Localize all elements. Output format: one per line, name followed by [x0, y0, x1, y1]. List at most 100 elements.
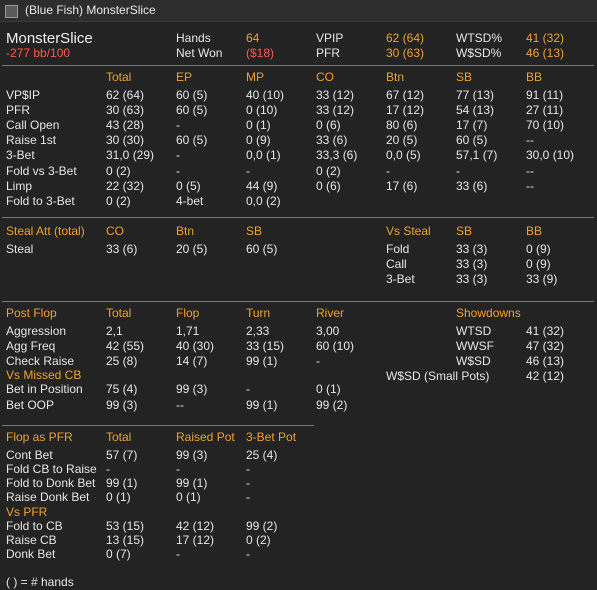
stat-cell: 0 (7): [106, 547, 131, 561]
row-label: Fold CB to Raise: [6, 462, 97, 476]
row-label: Fold to 3-Bet: [6, 194, 75, 208]
stat-cell: 33 (9): [526, 272, 558, 286]
row-label: W$SD: [456, 354, 491, 368]
stat-cell: 4-bet: [176, 194, 204, 208]
stat-cell: 2,33: [246, 324, 270, 338]
stat-cell: 25 (4): [246, 448, 278, 462]
stat-cell: 0,0 (2): [246, 194, 281, 208]
stat-cell: 57,1 (7): [456, 148, 498, 162]
stat-cell: -: [246, 476, 250, 490]
stat-cell: 20 (5): [386, 133, 418, 147]
section-divider: [2, 217, 594, 218]
stat-cell: 33,3 (6): [316, 148, 358, 162]
stat-cell: 53 (15): [106, 519, 145, 533]
row-label: Aggression: [6, 324, 67, 338]
row-label: Bet OOP: [6, 398, 55, 412]
subsection-label: Vs Missed CB: [6, 368, 82, 382]
column-header: Steal Att (total): [6, 224, 85, 238]
stat-cell: 44 (9): [246, 179, 278, 193]
row-label: Donk Bet: [6, 547, 56, 561]
column-header: Flop as PFR: [6, 430, 73, 444]
stat-cell: 70 (10): [526, 118, 565, 132]
row-label: WTSD: [456, 324, 492, 338]
stat-cell: 91 (11): [526, 88, 564, 102]
row-label: W$SD (Small Pots): [386, 369, 490, 383]
stat-cell: 33 (6): [316, 133, 348, 147]
stat-cell: -: [386, 164, 390, 178]
section-divider: [2, 65, 594, 66]
pfr-label: PFR: [316, 46, 340, 60]
row-label: PFR: [6, 103, 30, 117]
column-header: SB: [456, 224, 473, 238]
column-header: River: [316, 306, 345, 320]
window-icon: [5, 5, 18, 18]
column-header: CO: [316, 70, 334, 84]
stat-cell: 0 (9): [246, 133, 271, 147]
wtsd-value: 41 (32): [526, 31, 565, 45]
stat-cell: 0 (1): [316, 382, 341, 396]
stat-cell: 0 (2): [246, 533, 271, 547]
column-header: EP: [176, 70, 193, 84]
subsection-label: Vs PFR: [6, 505, 48, 519]
stat-cell: 46 (13): [526, 354, 565, 368]
title-bar[interactable]: (Blue Fish) MonsterSlice: [0, 0, 597, 22]
column-header: Turn: [246, 306, 271, 320]
row-label: Call: [386, 257, 407, 271]
vpip-value: 62 (64): [386, 31, 425, 45]
column-header: CO: [106, 224, 124, 238]
stat-cell: --: [526, 164, 534, 178]
stat-cell: 80 (6): [386, 118, 418, 132]
stat-cell: 42 (12): [526, 369, 565, 383]
player-winrate: -277 bb/100: [6, 46, 71, 60]
stat-cell: 41 (32): [526, 324, 565, 338]
row-label: Fold to Donk Bet: [6, 476, 96, 490]
stat-cell: 60 (5): [456, 133, 488, 147]
row-label: Raise 1st: [6, 133, 57, 147]
stat-cell: 57 (7): [106, 448, 138, 462]
stat-cell: 33 (12): [316, 103, 355, 117]
stat-cell: -: [246, 382, 250, 396]
stat-cell: 0 (10): [246, 103, 278, 117]
stat-cell: 60 (5): [176, 88, 208, 102]
stat-cell: 60 (10): [316, 339, 355, 353]
column-header: Btn: [386, 70, 405, 84]
stat-cell: 62 (64): [106, 88, 145, 102]
stat-cell: 33 (6): [106, 242, 138, 256]
stat-cell: 0 (1): [106, 490, 131, 504]
netwon-label: Net Won: [176, 46, 223, 60]
vpip-label: VPIP: [316, 31, 344, 45]
column-header: Btn: [176, 224, 195, 238]
column-header: Total: [106, 430, 132, 444]
stat-cell: 75 (4): [106, 382, 138, 396]
hands-value: 64: [246, 31, 260, 45]
row-label: Bet in Position: [6, 382, 83, 396]
row-label: Fold: [386, 242, 410, 256]
row-label: Call Open: [6, 118, 60, 132]
column-header: BB: [526, 70, 543, 84]
column-header: Total: [106, 70, 132, 84]
netwon-value: ($18): [246, 46, 275, 60]
column-header: 3-Bet Pot: [246, 430, 297, 444]
row-label: Fold vs 3-Bet: [6, 164, 77, 178]
stat-cell: 0 (2): [316, 164, 341, 178]
column-header: Vs Steal: [386, 224, 431, 238]
stat-cell: 14 (7): [176, 354, 208, 368]
stat-cell: 42 (12): [176, 519, 215, 533]
row-label: WWSF: [456, 339, 494, 353]
stat-cell: 99 (1): [176, 476, 208, 490]
stat-cell: 30 (63): [106, 103, 145, 117]
stat-cell: 42 (55): [106, 339, 145, 353]
stat-cell: 17 (12): [386, 103, 425, 117]
stat-cell: 0,0 (5): [386, 148, 421, 162]
stat-cell: 1,71: [176, 324, 200, 338]
column-header: Total: [106, 306, 132, 320]
stat-cell: 33 (12): [316, 88, 355, 102]
row-label: Raise Donk Bet: [6, 490, 90, 504]
section-divider: [2, 425, 314, 426]
stat-cell: --: [526, 133, 534, 147]
stat-cell: 99 (1): [106, 476, 138, 490]
window-title: (Blue Fish) MonsterSlice: [25, 3, 156, 17]
row-label: Check Raise: [6, 354, 75, 368]
column-header: Showdowns: [456, 306, 521, 320]
stat-cell: 31,0 (29): [106, 148, 155, 162]
